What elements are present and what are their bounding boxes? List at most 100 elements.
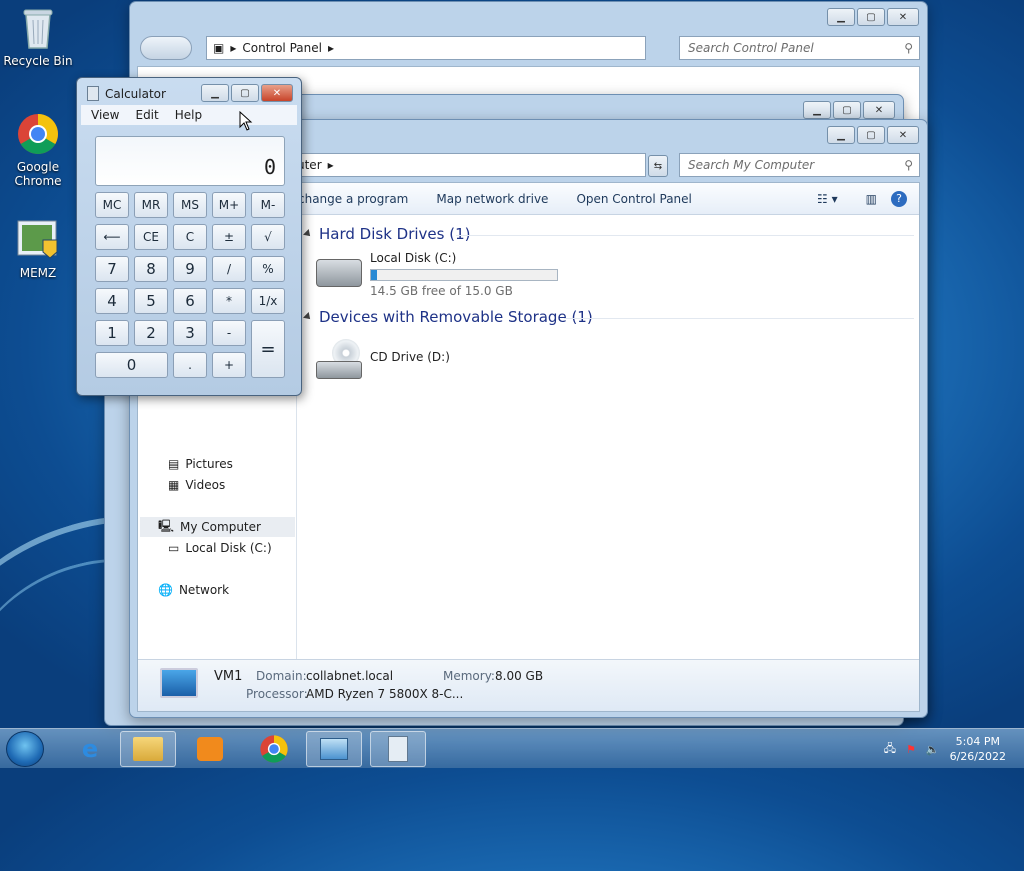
calculator-icon [87, 86, 99, 101]
control-panel-icon [320, 738, 348, 760]
breadcrumb-control-panel[interactable]: Control Panel [242, 41, 322, 55]
window-controls: ▁ ▢ ✕ [827, 126, 919, 144]
drive-item-cd[interactable]: CD Drive (D:) [314, 337, 514, 383]
pictures-icon: ▤ [168, 457, 180, 471]
clock-date: 6/26/2022 [949, 750, 1006, 763]
calc-key[interactable]: * [212, 288, 246, 314]
collapse-arrow-icon[interactable] [303, 312, 313, 322]
calculator-display: 0 [95, 136, 285, 186]
search-input[interactable]: Search Control Panel ⚲ [679, 36, 920, 60]
window-controls: ▁ ▢ ✕ [803, 101, 895, 119]
address-bar[interactable]: ▣ ▸ Control Panel ▸ [206, 36, 646, 60]
calc-key[interactable]: ⟵ [95, 224, 129, 250]
taskbar-internet-explorer[interactable]: e [62, 731, 118, 767]
window-controls: ▁ ▢ ✕ [201, 84, 293, 102]
calc-key[interactable]: 8 [134, 256, 168, 282]
network-tray-icon[interactable]: 🖧 [884, 740, 896, 759]
calculator-menu-bar: View Edit Help [81, 105, 297, 125]
calc-key[interactable]: MS [173, 192, 207, 218]
calc-key[interactable]: 1/x [251, 288, 285, 314]
maximize-button[interactable]: ▢ [857, 8, 885, 26]
calc-key[interactable]: 2 [134, 320, 168, 346]
close-button[interactable]: ✕ [261, 84, 293, 102]
close-button[interactable]: ✕ [887, 8, 919, 26]
address-bar[interactable]: uter ▸ [290, 153, 646, 177]
close-button[interactable]: ✕ [863, 101, 895, 119]
open-control-panel-button[interactable]: Open Control Panel [562, 192, 705, 206]
menu-view[interactable]: View [91, 108, 119, 122]
control-panel-icon: ▣ [213, 41, 225, 55]
calc-key[interactable]: 9 [173, 256, 207, 282]
maximize-button[interactable]: ▢ [857, 126, 885, 144]
search-input[interactable]: Search My Computer ⚲ [679, 153, 920, 177]
calc-key[interactable]: C [173, 224, 207, 250]
minimize-button[interactable]: ▁ [827, 8, 855, 26]
calc-key[interactable]: 6 [173, 288, 207, 314]
maximize-button[interactable]: ▢ [833, 101, 861, 119]
calc-key[interactable]: + [212, 352, 246, 378]
clock[interactable]: 5:04 PM 6/26/2022 [950, 734, 1006, 764]
collapse-arrow-icon[interactable] [303, 229, 313, 239]
calc-key[interactable]: MR [134, 192, 168, 218]
close-button[interactable]: ✕ [887, 126, 919, 144]
calc-key[interactable]: 0 [95, 352, 168, 378]
start-button[interactable] [6, 731, 44, 767]
maximize-button[interactable]: ▢ [231, 84, 259, 102]
group-header-removable[interactable]: Devices with Removable Storage (1) [319, 308, 593, 326]
minimize-button[interactable]: ▁ [201, 84, 229, 102]
calc-key[interactable]: 3 [173, 320, 207, 346]
map-network-drive-button[interactable]: Map network drive [422, 192, 562, 206]
chrome-icon [260, 735, 288, 763]
calculator-window[interactable]: Calculator ▁ ▢ ✕ View Edit Help 0 MC MR MS… [76, 77, 302, 396]
menu-help[interactable]: Help [175, 108, 202, 122]
calc-key[interactable]: ± [212, 224, 246, 250]
taskbar-calculator[interactable] [370, 731, 426, 767]
preview-pane-icon[interactable]: ▥ [852, 192, 891, 206]
calc-key[interactable]: 5 [134, 288, 168, 314]
taskbar-chrome[interactable] [246, 731, 302, 767]
nav-back-forward[interactable] [140, 36, 192, 60]
desktop-icon-recycle-bin[interactable]: Recycle Bin [0, 6, 76, 68]
calc-key[interactable]: . [173, 352, 207, 378]
calc-key[interactable]: 7 [95, 256, 129, 282]
action-center-icon[interactable]: ⚑ [906, 743, 916, 756]
calc-key[interactable]: / [212, 256, 246, 282]
mouse-cursor-icon [239, 111, 253, 131]
minimize-button[interactable]: ▁ [827, 126, 855, 144]
nav-item-local-disk[interactable]: ▭ Local Disk (C:) [168, 541, 272, 555]
calc-key[interactable]: CE [134, 224, 168, 250]
nav-item-my-computer[interactable]: 🖳 My Computer [140, 517, 295, 537]
calc-key[interactable]: 1 [95, 320, 129, 346]
taskbar-media-player[interactable] [182, 731, 238, 767]
desktop-icon-chrome[interactable]: Google Chrome [0, 112, 76, 188]
taskbar-control-panel[interactable] [306, 731, 362, 767]
calc-key[interactable]: MC [95, 192, 129, 218]
drive-item-local-disk[interactable]: Local Disk (C:) 14.5 GB free of 15.0 GB [314, 251, 574, 299]
videos-icon: ▦ [168, 478, 180, 492]
cd-drive-icon [316, 339, 362, 381]
search-icon: ⚲ [904, 41, 913, 55]
group-header-hard-disks[interactable]: Hard Disk Drives (1) [319, 225, 470, 243]
calc-key[interactable]: % [251, 256, 285, 282]
calc-key[interactable]: M+ [212, 192, 246, 218]
minimize-button[interactable]: ▁ [803, 101, 831, 119]
calc-key[interactable]: √ [251, 224, 285, 250]
menu-edit[interactable]: Edit [135, 108, 158, 122]
calc-key[interactable]: = [251, 320, 285, 378]
nav-item-network[interactable]: 🌐 Network [158, 583, 229, 597]
computer-name: VM1 [214, 669, 243, 684]
calc-key[interactable]: 4 [95, 288, 129, 314]
computer-icon [160, 668, 198, 698]
calc-key[interactable]: - [212, 320, 246, 346]
folder-icon [133, 737, 163, 761]
nav-item-pictures[interactable]: ▤ Pictures [168, 457, 233, 471]
calc-key[interactable]: M- [251, 192, 285, 218]
volume-icon[interactable]: 🔈 [926, 743, 940, 756]
nav-item-videos[interactable]: ▦ Videos [168, 478, 225, 492]
help-icon[interactable]: ? [891, 190, 907, 207]
search-icon: ⚲ [904, 158, 913, 172]
view-options-icon[interactable]: ☷ ▾ [803, 192, 852, 206]
desktop-icon-memz[interactable]: MEMZ [0, 218, 76, 280]
taskbar-explorer[interactable] [120, 731, 176, 767]
refresh-button[interactable]: ⇆ [648, 155, 668, 177]
